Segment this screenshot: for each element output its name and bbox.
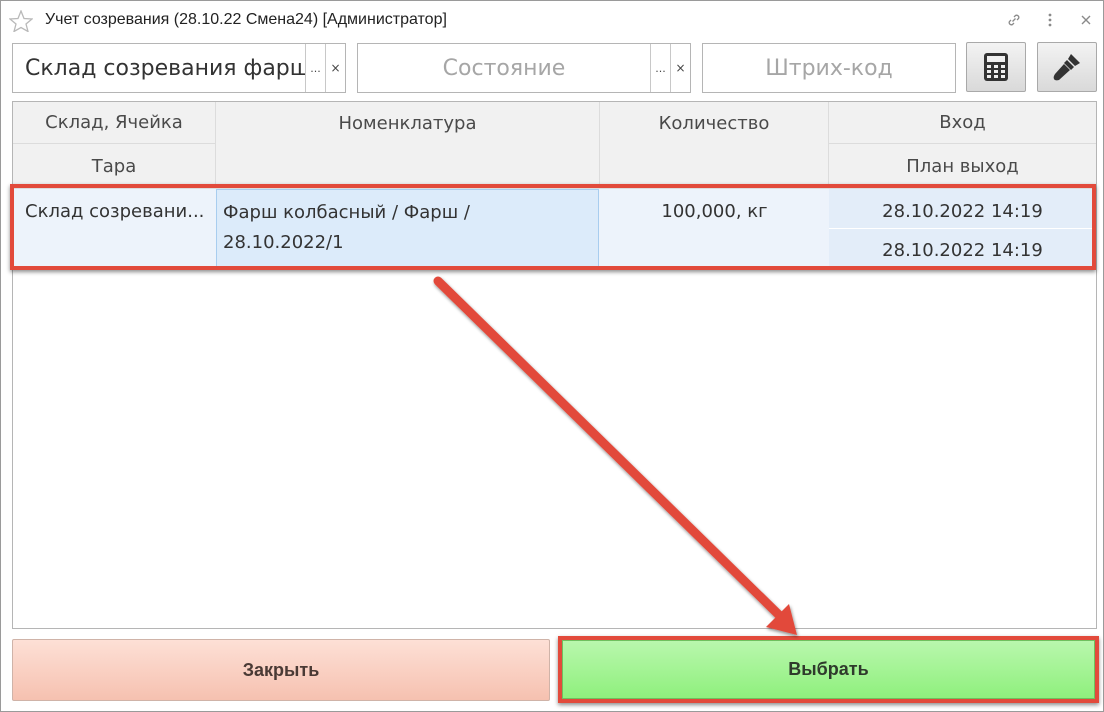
state-select-button[interactable]: ... — [650, 44, 670, 92]
state-clear-button[interactable]: × — [670, 44, 690, 92]
favorite-star-icon[interactable] — [9, 10, 33, 32]
window-title: Учет созревания (28.10.22 Смена24) [Адми… — [45, 11, 447, 28]
header-entry[interactable]: Вход — [829, 102, 1096, 144]
warehouse-select-button[interactable]: ... — [305, 44, 325, 92]
calculator-button[interactable] — [966, 42, 1026, 92]
title-bar: Учет созревания (28.10.22 Смена24) [Адми… — [1, 1, 1103, 41]
header-quantity[interactable]: Количество — [600, 102, 829, 189]
select-button[interactable]: Выбрать — [562, 640, 1095, 699]
brush-icon — [1053, 54, 1080, 81]
barcode-placeholder[interactable]: Штрих-код — [703, 56, 955, 81]
warehouse-field[interactable]: Склад созревания фарше ... × — [12, 43, 346, 93]
link-icon[interactable] — [1005, 11, 1023, 29]
table-row[interactable]: Склад созревани... Фарш колбасный / Фарш… — [13, 189, 1096, 269]
close-window-icon[interactable] — [1077, 11, 1095, 29]
row-entry[interactable]: 28.10.2022 14:19 — [829, 189, 1096, 229]
header-warehouse-cell[interactable]: Склад, Ячейка — [13, 102, 216, 144]
header-nomenclature[interactable]: Номенклатура — [216, 102, 600, 189]
documents-table: Склад, Ячейка Тара Номенклатура Количест… — [12, 101, 1097, 629]
calculator-icon — [984, 53, 1008, 81]
barcode-field[interactable]: Штрих-код — [702, 43, 956, 93]
row-plan-exit[interactable]: 28.10.2022 14:19 — [829, 229, 1096, 269]
row-warehouse-cell[interactable]: Склад созревани... — [25, 201, 204, 222]
row-nomenclature[interactable]: Фарш колбасный / Фарш / 28.10.2022/1 — [216, 189, 599, 267]
row-quantity[interactable]: 100,000, кг — [600, 201, 829, 222]
state-placeholder[interactable]: Состояние — [358, 56, 650, 81]
row-nomenclature-line1: Фарш колбасный / Фарш / — [223, 202, 470, 223]
close-button[interactable]: Закрыть — [12, 639, 550, 701]
warehouse-clear-button[interactable]: × — [325, 44, 345, 92]
header-container[interactable]: Тара — [13, 144, 216, 189]
more-menu-icon[interactable] — [1041, 11, 1059, 29]
warehouse-value[interactable]: Склад созревания фарше — [13, 56, 305, 81]
window: Учет созревания (28.10.22 Смена24) [Адми… — [0, 0, 1104, 712]
brush-button[interactable] — [1037, 42, 1097, 92]
state-field[interactable]: Состояние ... × — [357, 43, 691, 93]
header-plan-exit[interactable]: План выход — [829, 144, 1096, 189]
row-nomenclature-line2: 28.10.2022/1 — [223, 232, 344, 253]
